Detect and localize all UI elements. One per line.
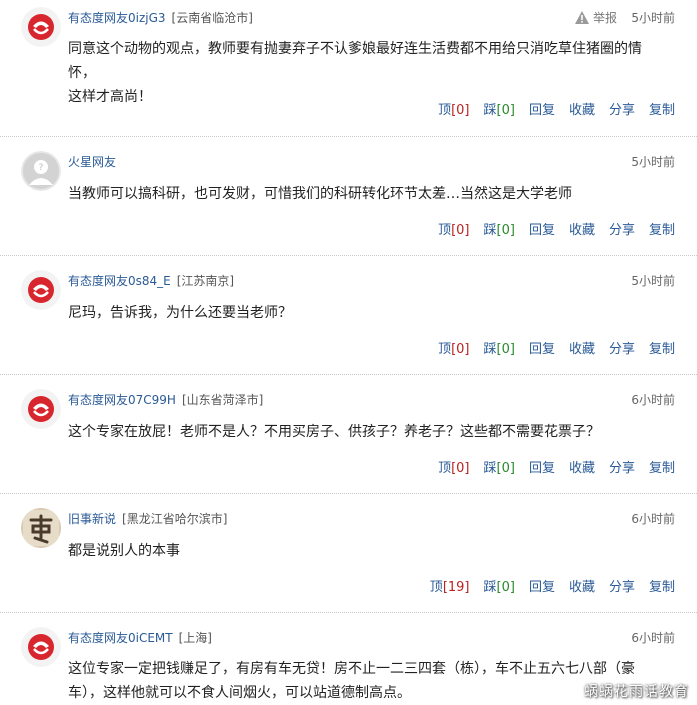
copy-button[interactable]: 复制 xyxy=(649,338,675,357)
comment-item: 旧事新说 [黑龙江省哈尔滨市] 6小时前 都是说别人的本事 顶[19] 踩[0] … xyxy=(0,494,697,612)
comment-line: 同意这个动物的观点，教师要有抛妻弃子不认爹娘最好连生活费都不用给只消吃草住猪圈的… xyxy=(68,41,642,81)
timestamp: 5小时前 xyxy=(631,155,675,169)
ifeng-logo-icon xyxy=(21,389,61,429)
downvote-button[interactable]: 踩[0] xyxy=(484,457,515,476)
report-button[interactable]: 举报 xyxy=(574,9,617,26)
share-button[interactable]: 分享 xyxy=(609,99,635,118)
copy-button[interactable]: 复制 xyxy=(649,457,675,476)
calligraphy-avatar-icon xyxy=(21,508,61,548)
collect-button[interactable]: 收藏 xyxy=(569,576,595,595)
username-text[interactable]: 旧事新说 xyxy=(68,512,116,526)
avatar[interactable] xyxy=(21,508,61,548)
copy-button[interactable]: 复制 xyxy=(649,576,675,595)
collect-button[interactable]: 收藏 xyxy=(569,99,595,118)
comment-line: 车），这样他就可以不食人间烟火，可以站道德制高点。 xyxy=(68,685,411,701)
collect-button[interactable]: 收藏 xyxy=(569,219,595,238)
timestamp: 6小时前 xyxy=(631,631,675,645)
default-user-icon: ? xyxy=(21,151,61,191)
report-label[interactable]: 举报 xyxy=(593,9,617,26)
copy-button[interactable]: 复制 xyxy=(649,219,675,238)
reply-button[interactable]: 回复 xyxy=(529,457,555,476)
location-text: [上海] xyxy=(178,631,212,645)
share-button[interactable]: 分享 xyxy=(609,219,635,238)
avatar[interactable] xyxy=(21,389,61,429)
avatar[interactable] xyxy=(21,7,61,47)
username[interactable]: 有态度网友0izjG3 [云南省临沧市] xyxy=(68,9,253,26)
comment-actions: 顶[0] 踩[0] 回复 收藏 分享 复制 xyxy=(438,219,675,238)
timestamp: 6小时前 xyxy=(631,393,675,407)
timestamp: 5小时前 xyxy=(631,11,675,25)
comment-item: 有态度网友07C99H [山东省菏泽市] 6小时前 这个专家在放屁！老师不是人？不… xyxy=(0,375,697,493)
timestamp: 5小时前 xyxy=(631,274,675,288)
comment-item: ? 火星网友 5小时前 当教师可以搞科研，也可发财，可惜我们的科研转化环节太差…… xyxy=(0,137,697,255)
ifeng-logo-icon xyxy=(21,627,61,667)
username[interactable]: 有态度网友07C99H [山东省菏泽市] xyxy=(68,391,263,408)
username-text[interactable]: 有态度网友0s84_E xyxy=(68,274,171,288)
svg-text:?: ? xyxy=(39,163,44,173)
downvote-button[interactable]: 踩[0] xyxy=(484,576,515,595)
comment-text: 尼玛，告诉我，为什么还要当老师？ xyxy=(68,301,668,325)
comment-text: 这位专家一定把钱赚足了，有房有车无贷！房不止一二三四套（栋），车不止五六七八部（… xyxy=(68,657,668,705)
comment-text: 当教师可以搞科研，也可发财，可惜我们的科研转化环节太差…当然这是大学老师 xyxy=(68,182,668,206)
comment-actions: 顶[0] 踩[0] 回复 收藏 分享 复制 xyxy=(438,99,675,118)
watermark: 蜗蜗花雨话教育 xyxy=(584,684,689,700)
avatar[interactable] xyxy=(21,627,61,667)
upvote-button[interactable]: 顶[0] xyxy=(438,219,469,238)
share-button[interactable]: 分享 xyxy=(609,576,635,595)
location-text: [山东省菏泽市] xyxy=(181,393,264,407)
location-text: [江苏南京] xyxy=(176,274,235,288)
reply-button[interactable]: 回复 xyxy=(529,576,555,595)
username-text[interactable]: 火星网友 xyxy=(68,155,116,169)
ifeng-logo-icon xyxy=(21,270,61,310)
comment-item: 有态度网友0izjG3 [云南省临沧市] 举报 5小时前 同意这个动物的观点，教师… xyxy=(0,0,697,136)
share-button[interactable]: 分享 xyxy=(609,338,635,357)
username[interactable]: 有态度网友0iCEMT [上海] xyxy=(68,629,212,646)
warning-icon xyxy=(574,11,589,24)
reply-button[interactable]: 回复 xyxy=(529,338,555,357)
username-text[interactable]: 有态度网友0iCEMT xyxy=(68,631,173,645)
username-text[interactable]: 有态度网友07C99H xyxy=(68,393,176,407)
username-text[interactable]: 有态度网友0izjG3 xyxy=(68,11,166,25)
comment-line: 这个专家在放屁！老师不是人？不用买房子、供孩子？养老子？这些都不需要花票子？ xyxy=(68,424,600,440)
comment-line: 尼玛，告诉我，为什么还要当老师？ xyxy=(68,305,292,321)
reply-button[interactable]: 回复 xyxy=(529,99,555,118)
comment-item: 有态度网友0s84_E [江苏南京] 5小时前 尼玛，告诉我，为什么还要当老师？ … xyxy=(0,256,697,374)
location-text: [黑龙江省哈尔滨市] xyxy=(122,512,228,526)
downvote-button[interactable]: 踩[0] xyxy=(484,219,515,238)
comment-actions: 顶[0] 踩[0] 回复 收藏 分享 复制 xyxy=(438,457,675,476)
username[interactable]: 有态度网友0s84_E [江苏南京] xyxy=(68,272,234,289)
copy-button[interactable]: 复制 xyxy=(649,99,675,118)
share-button[interactable]: 分享 xyxy=(609,457,635,476)
upvote-button[interactable]: 顶[0] xyxy=(438,338,469,357)
username[interactable]: 火星网友 xyxy=(68,153,116,170)
comment-text: 这个专家在放屁！老师不是人？不用买房子、供孩子？养老子？这些都不需要花票子？ xyxy=(68,420,668,444)
collect-button[interactable]: 收藏 xyxy=(569,338,595,357)
timestamp: 6小时前 xyxy=(631,512,675,526)
comment-line: 都是说别人的本事 xyxy=(68,543,180,559)
downvote-button[interactable]: 踩[0] xyxy=(484,338,515,357)
avatar[interactable]: ? xyxy=(21,151,61,191)
username[interactable]: 旧事新说 [黑龙江省哈尔滨市] xyxy=(68,510,227,527)
ifeng-logo-icon xyxy=(21,7,61,47)
upvote-button[interactable]: 顶[0] xyxy=(438,99,469,118)
reply-button[interactable]: 回复 xyxy=(529,219,555,238)
comment-actions: 顶[0] 踩[0] 回复 收藏 分享 复制 xyxy=(438,338,675,357)
comment-actions: 顶[19] 踩[0] 回复 收藏 分享 复制 xyxy=(430,576,675,595)
downvote-button[interactable]: 踩[0] xyxy=(484,99,515,118)
comment-text: 都是说别人的本事 xyxy=(68,539,668,563)
avatar[interactable] xyxy=(21,270,61,310)
upvote-button[interactable]: 顶[0] xyxy=(438,457,469,476)
comment-line: 当教师可以搞科研，也可发财，可惜我们的科研转化环节太差…当然这是大学老师 xyxy=(68,186,572,202)
collect-button[interactable]: 收藏 xyxy=(569,457,595,476)
comment-line: 这位专家一定把钱赚足了，有房有车无贷！房不止一二三四套（栋），车不止五六七八部（… xyxy=(68,661,635,677)
location-text: [云南省临沧市] xyxy=(171,11,253,25)
upvote-button[interactable]: 顶[19] xyxy=(430,576,470,595)
